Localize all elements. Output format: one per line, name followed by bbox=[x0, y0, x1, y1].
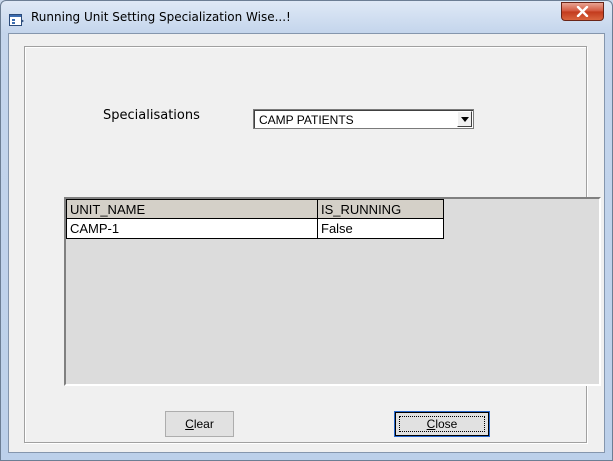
units-grid[interactable]: UNIT_NAME IS_RUNNING CAMP-1 False bbox=[64, 197, 601, 386]
close-icon bbox=[576, 6, 589, 17]
close-label: lose bbox=[435, 417, 458, 431]
window-title: Running Unit Setting Specialization Wise… bbox=[31, 10, 291, 24]
clear-accelerator: C bbox=[185, 417, 194, 431]
clear-label: lear bbox=[193, 417, 214, 431]
specialisations-value: CAMP PATIENTS bbox=[259, 113, 354, 127]
app-window: Running Unit Setting Specialization Wise… bbox=[0, 0, 613, 461]
units-table: UNIT_NAME IS_RUNNING CAMP-1 False bbox=[66, 199, 444, 239]
specialisations-label: Specialisations bbox=[103, 108, 200, 123]
specialisations-combobox[interactable]: CAMP PATIENTS bbox=[253, 109, 474, 129]
cell-is-running[interactable]: False bbox=[317, 218, 444, 239]
clear-button[interactable]: Clear bbox=[165, 411, 234, 437]
table-row[interactable]: CAMP-1 False bbox=[66, 218, 444, 239]
combobox-dropdown-button[interactable] bbox=[457, 111, 472, 127]
close-button[interactable]: Close bbox=[394, 411, 490, 437]
column-header-unit-name[interactable]: UNIT_NAME bbox=[66, 199, 318, 219]
window-close-button[interactable] bbox=[561, 2, 604, 21]
table-header-row: UNIT_NAME IS_RUNNING bbox=[66, 199, 444, 219]
client-area: Specialisations CAMP PATIENTS UNIT_NAME … bbox=[8, 33, 605, 453]
column-header-is-running[interactable]: IS_RUNNING bbox=[317, 199, 444, 219]
chevron-down-icon bbox=[461, 117, 469, 122]
cell-unit-name[interactable]: CAMP-1 bbox=[66, 218, 318, 239]
group-frame: Specialisations CAMP PATIENTS UNIT_NAME … bbox=[24, 46, 601, 443]
app-window-icon bbox=[9, 12, 25, 26]
title-bar[interactable]: Running Unit Setting Specialization Wise… bbox=[1, 1, 612, 35]
